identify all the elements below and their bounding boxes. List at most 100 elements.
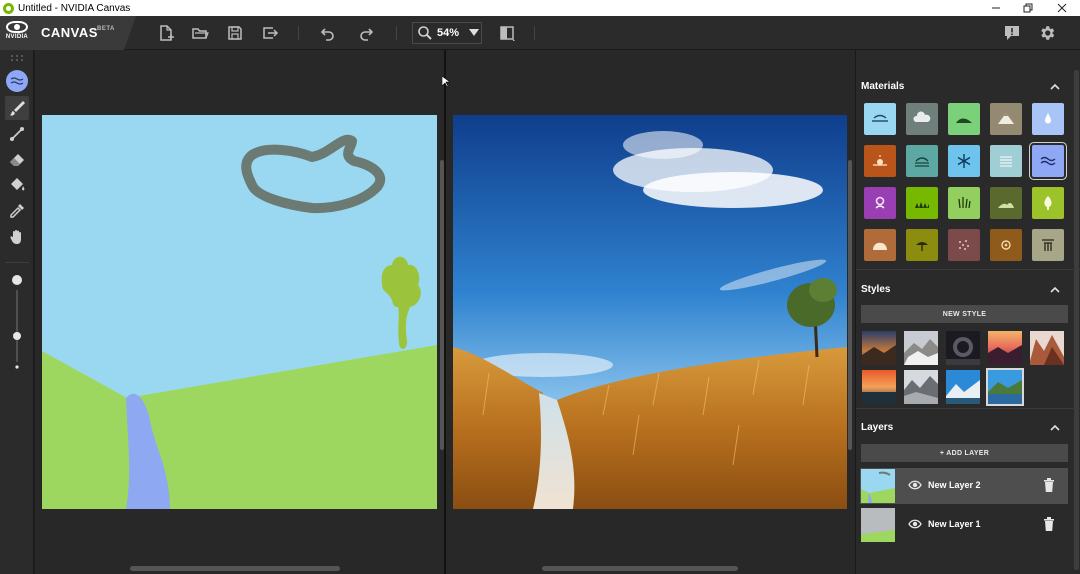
material-grass-hill[interactable] (948, 103, 980, 135)
material-building[interactable] (1032, 229, 1064, 261)
style-thumbnail[interactable] (1030, 331, 1064, 365)
nvidia-logo: NVIDIA (5, 21, 29, 45)
segmentation-canvas[interactable] (42, 115, 437, 509)
left-vertical-scrollbar[interactable] (440, 160, 444, 450)
brush-size-slider[interactable] (5, 270, 29, 380)
window-titlebar: Untitled - NVIDIA Canvas (0, 0, 1080, 16)
left-horizontal-scrollbar[interactable] (130, 566, 340, 571)
view-divider[interactable] (444, 50, 446, 574)
river-material-icon (6, 70, 28, 92)
style-thumbnail[interactable] (862, 370, 896, 404)
material-water[interactable] (1032, 103, 1064, 135)
toolbar-separator (534, 26, 535, 40)
right-horizontal-scrollbar[interactable] (542, 566, 738, 571)
material-river[interactable] (1032, 145, 1064, 177)
layer-name[interactable]: New Layer 1 (928, 519, 981, 529)
export-button[interactable] (260, 23, 280, 43)
material-grass[interactable] (906, 187, 938, 219)
material-snow[interactable] (948, 145, 980, 177)
material-flower[interactable] (864, 187, 896, 219)
zoom-control[interactable]: 54% (412, 22, 482, 44)
trash-icon[interactable] (1043, 478, 1055, 492)
fill-tool[interactable] (5, 173, 29, 197)
new-file-button[interactable] (156, 23, 176, 43)
material-tree[interactable] (1032, 187, 1064, 219)
material-sunset[interactable] (864, 145, 896, 177)
save-icon (228, 26, 242, 40)
layer-row[interactable]: New Layer 1 (860, 507, 1068, 543)
material-dirt[interactable] (990, 229, 1022, 261)
paint-bucket-icon (11, 178, 25, 191)
material-gravel[interactable] (948, 229, 980, 261)
eye-icon[interactable] (908, 519, 922, 529)
materials-title: Materials (861, 81, 905, 92)
view-compare-button[interactable] (497, 23, 517, 43)
sky-icon (872, 114, 888, 122)
tall-grass-icon (958, 197, 971, 209)
material-sea[interactable] (990, 145, 1022, 177)
brand-name: CANVAS (41, 25, 98, 40)
style-thumbnail[interactable] (988, 331, 1022, 365)
new-style-button[interactable]: NEW STYLE (861, 305, 1068, 323)
close-window-button[interactable] (1044, 0, 1080, 16)
minimize-icon (992, 7, 1000, 9)
toolbar-separator (396, 26, 397, 40)
feedback-icon (1005, 26, 1019, 40)
rock-icon (873, 242, 887, 250)
style-thumbnail[interactable] (904, 331, 938, 365)
line-tool[interactable] (5, 122, 29, 146)
dropdown-arrow-icon[interactable] (469, 29, 480, 37)
style-thumbnail[interactable] (946, 370, 980, 404)
nvidia-eye-icon (6, 21, 28, 33)
layer-row-active[interactable]: New Layer 2 (860, 468, 1068, 504)
feedback-button[interactable] (1002, 23, 1022, 43)
beta-badge: BETA (97, 26, 115, 32)
chevron-up-icon[interactable] (1049, 422, 1061, 434)
redo-button[interactable] (357, 23, 377, 43)
redo-icon (360, 28, 374, 41)
gear-icon (1041, 26, 1055, 40)
minimize-button[interactable] (978, 0, 1014, 16)
chevron-up-icon[interactable] (1049, 81, 1061, 93)
sunset-icon (873, 155, 887, 166)
add-layer-button[interactable]: + ADD LAYER (861, 444, 1068, 462)
material-cloud[interactable] (906, 103, 938, 135)
sea-icon (1000, 156, 1012, 167)
material-beach[interactable] (906, 229, 938, 261)
style-thumbnail[interactable] (946, 331, 980, 365)
layer-name[interactable]: New Layer 2 (928, 480, 981, 490)
eraser-icon (10, 154, 24, 166)
drag-handle-icon[interactable] (10, 54, 24, 62)
material-tall-grass[interactable] (948, 187, 980, 219)
export-icon (263, 27, 279, 39)
chevron-up-icon[interactable] (1049, 284, 1061, 296)
save-button[interactable] (225, 23, 245, 43)
section-divider (856, 408, 1080, 409)
material-fog[interactable] (906, 145, 938, 177)
eraser-tool[interactable] (5, 148, 29, 172)
eyedropper-tool[interactable] (5, 199, 29, 223)
open-button[interactable] (190, 23, 210, 43)
settings-button[interactable] (1037, 23, 1057, 43)
eye-icon[interactable] (908, 480, 922, 490)
panel-scrollbar[interactable] (1074, 70, 1079, 570)
main-toolbar: NVIDIA CANVAS BETA 54% (0, 16, 1080, 50)
undo-button[interactable] (317, 23, 337, 43)
water-icon (1045, 113, 1051, 124)
right-vertical-scrollbar[interactable] (848, 160, 852, 450)
trash-icon[interactable] (1043, 517, 1055, 531)
building-icon (1042, 239, 1054, 251)
material-sky[interactable] (864, 103, 896, 135)
section-divider (856, 269, 1080, 270)
current-material-swatch[interactable] (5, 69, 29, 93)
style-thumbnail[interactable] (862, 331, 896, 365)
restore-button[interactable] (1010, 0, 1046, 16)
material-hill[interactable] (990, 187, 1022, 219)
layer-thumbnail (861, 469, 895, 503)
style-thumbnail[interactable] (904, 370, 938, 404)
style-thumbnail-selected[interactable] (988, 370, 1022, 404)
brush-tool[interactable] (5, 96, 29, 120)
pan-tool[interactable] (5, 225, 29, 249)
material-rock[interactable] (864, 229, 896, 261)
material-mountain[interactable] (990, 103, 1022, 135)
